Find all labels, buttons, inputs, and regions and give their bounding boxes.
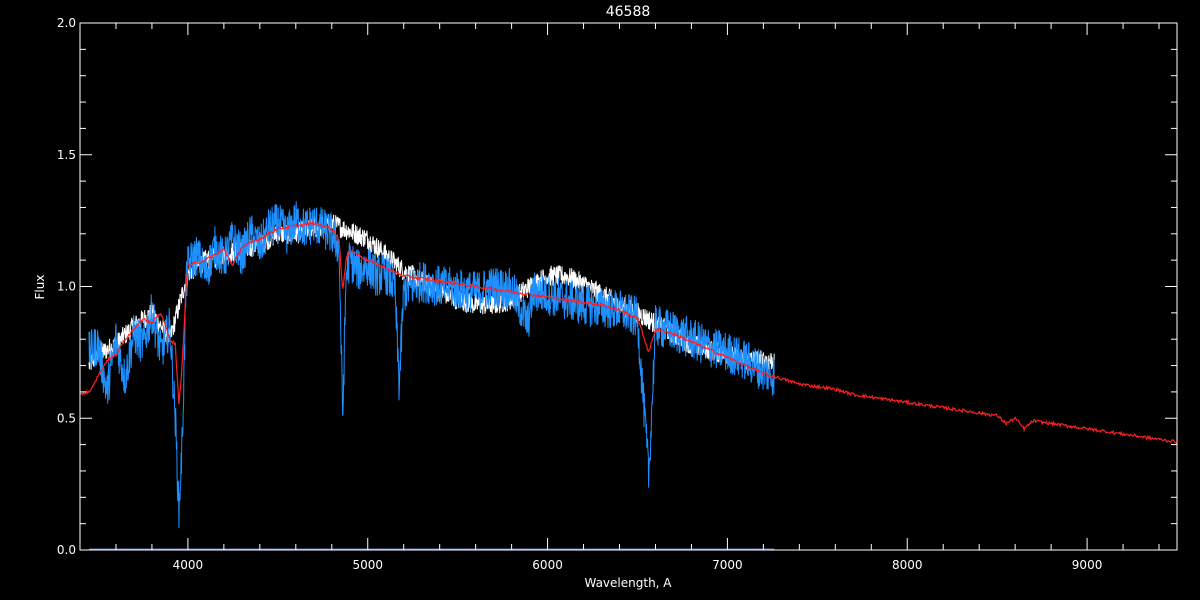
y-tick-label: 1.5 [57,148,76,162]
x-tick-label: 6000 [532,558,563,572]
x-tick-label: 5000 [352,558,383,572]
chart-title: 46588 [606,4,651,20]
x-tick-label: 7000 [712,558,743,572]
x-tick-label: 4000 [173,558,204,572]
x-tick-label: 9000 [1072,558,1103,572]
x-tick-label: 8000 [892,558,923,572]
y-axis-label: Flux [33,275,47,300]
y-tick-label: 1.0 [57,280,76,294]
x-axis-label: Wavelength, A [584,576,672,590]
y-tick-label: 0.0 [57,543,76,557]
y-tick-label: 0.5 [57,411,76,425]
spectrum-chart: 4000 5000 6000 7000 8000 90000.00.51.01.52.0 … [0,0,1200,600]
y-tick-label: 2.0 [57,16,76,30]
